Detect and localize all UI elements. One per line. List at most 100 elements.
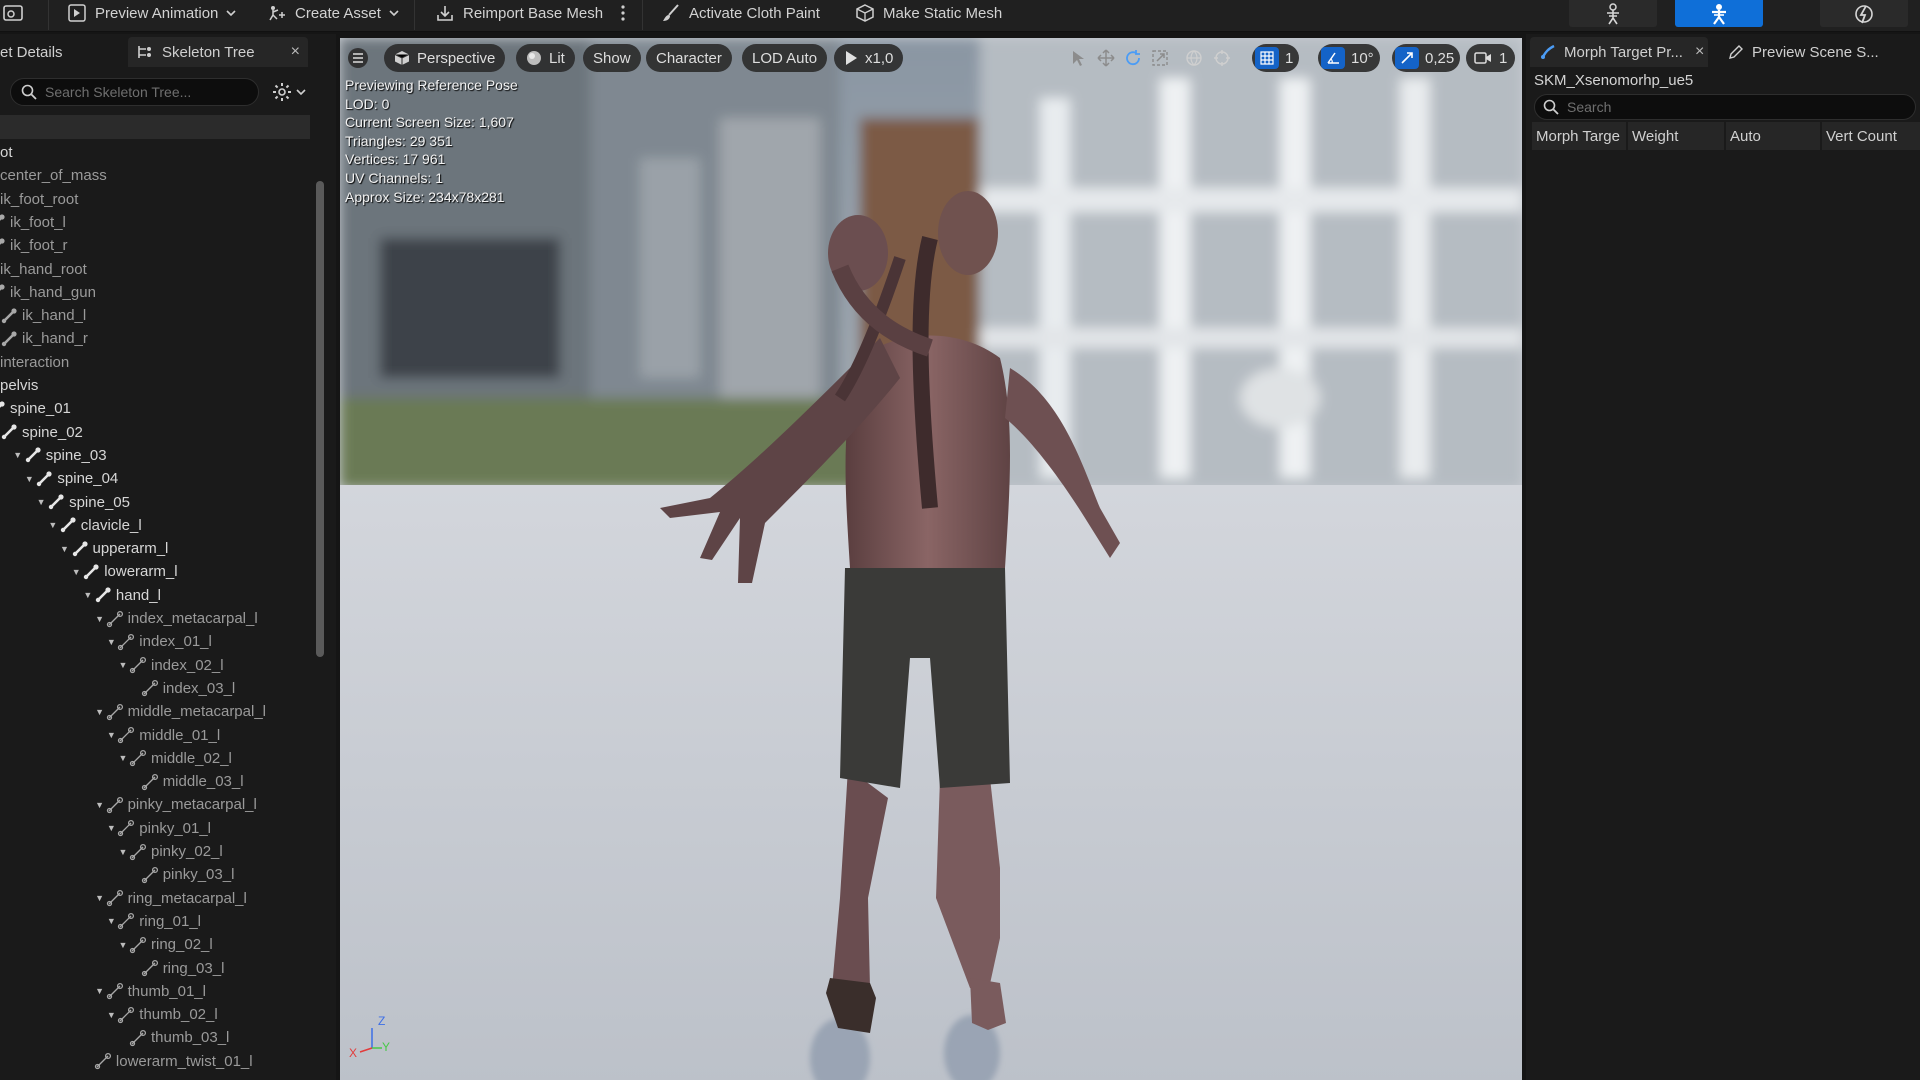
tree-row-ik-foot-r[interactable]: ik_foot_r [0,234,310,257]
tree-row-index-01-l[interactable]: ▼ index_01_l [0,630,310,653]
expand-arrow-icon[interactable]: ▼ [59,544,71,554]
scale-tool-button[interactable] [1148,46,1172,70]
expand-arrow-icon[interactable]: ▼ [23,474,35,484]
skeleton-mode-button[interactable] [1569,0,1657,27]
close-icon[interactable]: × [1695,43,1704,61]
tree-row-spine-01[interactable]: spine_01 [0,397,310,420]
tree-row-spine-04[interactable]: ▼ spine_04 [0,467,310,490]
expand-arrow-icon[interactable]: ▼ [105,823,117,833]
expand-arrow-icon[interactable]: ▼ [94,707,106,717]
play-speed-button[interactable]: x1,0 [834,44,904,72]
tree-row-middle-03-l[interactable]: middle_03_l [0,770,310,793]
tree-row-ring-03-l[interactable]: ring_03_l [0,957,310,980]
close-icon[interactable]: × [291,43,300,61]
tree-row-ik-hand-r[interactable]: ik_hand_r [0,327,310,350]
tab-preview-scene-settings[interactable]: Preview Scene S... [1722,37,1918,67]
tree-row-ring-02-l[interactable]: ▼ ring_02_l [0,933,310,956]
tree-row-spine-02[interactable]: spine_02 [0,421,310,444]
tree-row-ik-hand-gun[interactable]: ik_hand_gun [0,281,310,304]
select-tool-button[interactable] [1066,46,1090,70]
character-button[interactable]: Character [646,44,732,72]
expand-arrow-icon[interactable]: ▼ [105,637,117,647]
skeleton-search-box[interactable] [10,78,259,106]
expand-arrow-icon[interactable]: ▼ [117,660,129,670]
skeleton-settings-button[interactable] [272,80,312,104]
rotate-tool-button[interactable] [1121,46,1145,70]
tree-row-thumb-03-l[interactable]: thumb_03_l [0,1026,310,1049]
column-weight[interactable]: Weight [1628,122,1726,150]
tree-row-ring-01-l[interactable]: ▼ ring_01_l [0,910,310,933]
scale-snap-button[interactable]: 0,25 [1392,44,1461,72]
viewport-menu-button[interactable] [346,46,370,70]
expand-arrow-icon[interactable]: ▼ [105,730,117,740]
tree-row-pinky-01-l[interactable]: ▼ pinky_01_l [0,817,310,840]
skeleton-search-input[interactable] [45,84,245,100]
expand-arrow-icon[interactable]: ▼ [47,520,59,530]
tree-row-spine-05[interactable]: ▼ spine_05 [0,491,310,514]
camera-speed-button[interactable]: 1 [1466,44,1516,72]
tab-asset-details[interactable]: et Details [0,37,120,67]
tree-row-hand-l[interactable]: ▼ hand_l [0,584,310,607]
animation-mode-button[interactable] [1820,0,1908,27]
tree-row-upperarm-l[interactable]: ▼ upperarm_l [0,537,310,560]
morph-search-box[interactable] [1534,94,1916,120]
preview-viewport[interactable]: Perspective Lit Show Character LOD Auto … [340,38,1522,1080]
tab-skeleton-tree[interactable]: Skeleton Tree × [128,37,308,67]
tree-row-pinky-03-l[interactable]: pinky_03_l [0,863,310,886]
more-options-icon[interactable] [620,0,626,26]
preview-animation-button[interactable]: Preview Animation [66,0,237,26]
make-static-mesh-button[interactable]: Make Static Mesh [854,0,1002,26]
tree-row-index-02-l[interactable]: ▼ index_02_l [0,654,310,677]
tree-row-center-of-mass[interactable]: center_of_mass [0,164,310,187]
activate-cloth-paint-button[interactable]: Activate Cloth Paint [660,0,820,26]
tree-row-index-03-l[interactable]: index_03_l [0,677,310,700]
expand-arrow-icon[interactable]: ▼ [35,497,47,507]
tree-row-ik-foot-l[interactable]: ik_foot_l [0,211,310,234]
surface-snap-button[interactable] [1210,46,1234,70]
expand-arrow-icon[interactable]: ▼ [94,614,106,624]
mesh-mode-button[interactable] [1675,0,1763,27]
window-menu-icon[interactable] [2,0,24,26]
tree-row-ik-hand-root[interactable]: ik_hand_root [0,258,310,281]
tree-row-ik-hand-l[interactable]: ik_hand_l [0,304,310,327]
expand-arrow-icon[interactable]: ▼ [70,567,82,577]
tree-scrollbar[interactable] [316,181,324,657]
grid-snap-button[interactable]: 1 [1252,44,1300,72]
expand-arrow-icon[interactable]: ▼ [105,916,117,926]
show-button[interactable]: Show [583,44,641,72]
expand-arrow-icon[interactable]: ▼ [94,986,106,996]
tree-row-lowerarm-twist-01-l[interactable]: lowerarm_twist_01_l [0,1050,310,1073]
tree-row-thumb-02-l[interactable]: ▼ thumb_02_l [0,1003,310,1026]
translate-tool-button[interactable] [1094,46,1118,70]
coordinate-space-button[interactable] [1182,46,1206,70]
expand-arrow-icon[interactable]: ▼ [94,800,106,810]
tree-row-pinky-metacarpal-l[interactable]: ▼ pinky_metacarpal_l [0,793,310,816]
column-auto[interactable]: Auto [1726,122,1822,150]
tree-row-spine-03[interactable]: ▼ spine_03 [0,444,310,467]
tree-row-clavicle-l[interactable]: ▼ clavicle_l [0,514,310,537]
tree-row-ot[interactable]: ot [0,141,310,164]
tree-row-middle-metacarpal-l[interactable]: ▼ middle_metacarpal_l [0,700,310,723]
perspective-button[interactable]: Perspective [384,44,506,72]
column-morph-target[interactable]: Morph Targe [1532,122,1628,150]
tree-row-thumb-01-l[interactable]: ▼ thumb_01_l [0,980,310,1003]
tree-row-index-metacarpal-l[interactable]: ▼ index_metacarpal_l [0,607,310,630]
tree-row-middle-02-l[interactable]: ▼ middle_02_l [0,747,310,770]
lod-button[interactable]: LOD Auto [742,44,828,72]
lit-button[interactable]: Lit [516,44,575,72]
expand-arrow-icon[interactable]: ▼ [105,1010,117,1020]
morph-search-input[interactable] [1567,99,1907,115]
tree-row-middle-01-l[interactable]: ▼ middle_01_l [0,724,310,747]
expand-arrow-icon[interactable]: ▼ [82,590,94,600]
tree-row-ik-foot-root[interactable]: ik_foot_root [0,188,310,211]
column-vert-count[interactable]: Vert Count [1822,122,1920,150]
reimport-base-mesh-button[interactable]: Reimport Base Mesh [434,0,603,26]
expand-arrow-icon[interactable]: ▼ [117,847,129,857]
tree-row-interaction[interactable]: interaction [0,351,310,374]
tree-row-ring-metacarpal-l[interactable]: ▼ ring_metacarpal_l [0,887,310,910]
create-asset-button[interactable]: Create Asset [266,0,400,26]
rotation-snap-button[interactable]: 10° [1318,44,1380,72]
expand-arrow-icon[interactable]: ▼ [12,450,24,460]
expand-arrow-icon[interactable]: ▼ [117,940,129,950]
tree-row-pelvis[interactable]: pelvis [0,374,310,397]
